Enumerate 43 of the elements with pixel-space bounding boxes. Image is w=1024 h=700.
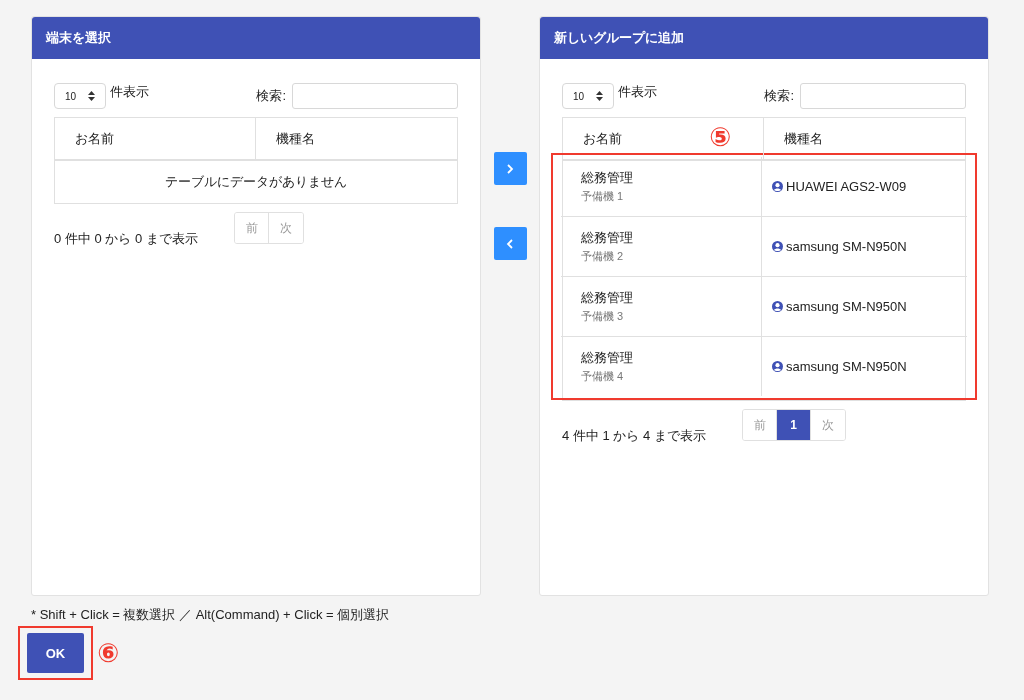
device-name: 総務管理 bbox=[581, 169, 634, 187]
table-info: 0 件中 0 から 0 まで表示 bbox=[54, 230, 199, 248]
user-icon bbox=[772, 301, 783, 312]
annotation-number: ⑤ bbox=[709, 124, 731, 150]
move-left-button[interactable] bbox=[493, 227, 527, 260]
empty-message: テーブルにデータがありません bbox=[164, 173, 348, 191]
panel-header: 新しいグループに追加 bbox=[540, 17, 988, 59]
column-header[interactable]: 機種名 bbox=[256, 118, 457, 159]
device-name: 総務管理 bbox=[581, 349, 634, 367]
device-model: samsung SM-N950N bbox=[786, 239, 907, 254]
length-label: 件表示 bbox=[110, 83, 149, 101]
table-info: 4 件中 1 から 4 まで表示 bbox=[562, 427, 707, 445]
device-model: HUAWEI AGS2-W09 bbox=[786, 179, 907, 194]
length-label: 件表示 bbox=[618, 83, 657, 101]
page-length-select[interactable]: 10 bbox=[562, 83, 614, 109]
search-field[interactable] bbox=[292, 83, 458, 109]
device-model: samsung SM-N950N bbox=[786, 299, 907, 314]
device-model: samsung SM-N950N bbox=[786, 359, 907, 374]
hint-text: * Shift + Click = 複数選択 ／ Alt(Command) + Click = 個別選択 bbox=[31, 606, 391, 624]
column-header[interactable]: お名前 bbox=[55, 118, 256, 159]
ok-button[interactable]: OK bbox=[27, 633, 84, 673]
user-icon bbox=[772, 361, 783, 372]
device-name: 総務管理 bbox=[581, 289, 634, 307]
sort-caret-icon bbox=[88, 91, 95, 101]
device-name: 総務管理 bbox=[581, 229, 634, 247]
chevron-left-icon bbox=[505, 238, 515, 249]
page-length-select[interactable]: 10 bbox=[54, 83, 106, 109]
sort-caret-icon bbox=[596, 91, 603, 101]
device-label: 予備機 4 bbox=[581, 369, 625, 384]
user-icon bbox=[772, 241, 783, 252]
annotation-number: ⑥ bbox=[97, 640, 119, 666]
device-label: 予備機 3 bbox=[581, 309, 625, 324]
move-right-button[interactable] bbox=[493, 152, 527, 185]
column-header[interactable]: 機種名 bbox=[764, 118, 965, 159]
user-icon bbox=[772, 181, 783, 192]
search-label: 検索: bbox=[764, 87, 794, 105]
device-label: 予備機 2 bbox=[581, 249, 625, 264]
chevron-right-icon bbox=[505, 163, 515, 174]
search-field[interactable] bbox=[800, 83, 966, 109]
search-label: 検索: bbox=[256, 87, 286, 105]
device-label: 予備機 1 bbox=[581, 189, 625, 204]
panel-header: 端末を選択 bbox=[32, 17, 480, 59]
page-button[interactable]: 1 bbox=[777, 410, 811, 440]
